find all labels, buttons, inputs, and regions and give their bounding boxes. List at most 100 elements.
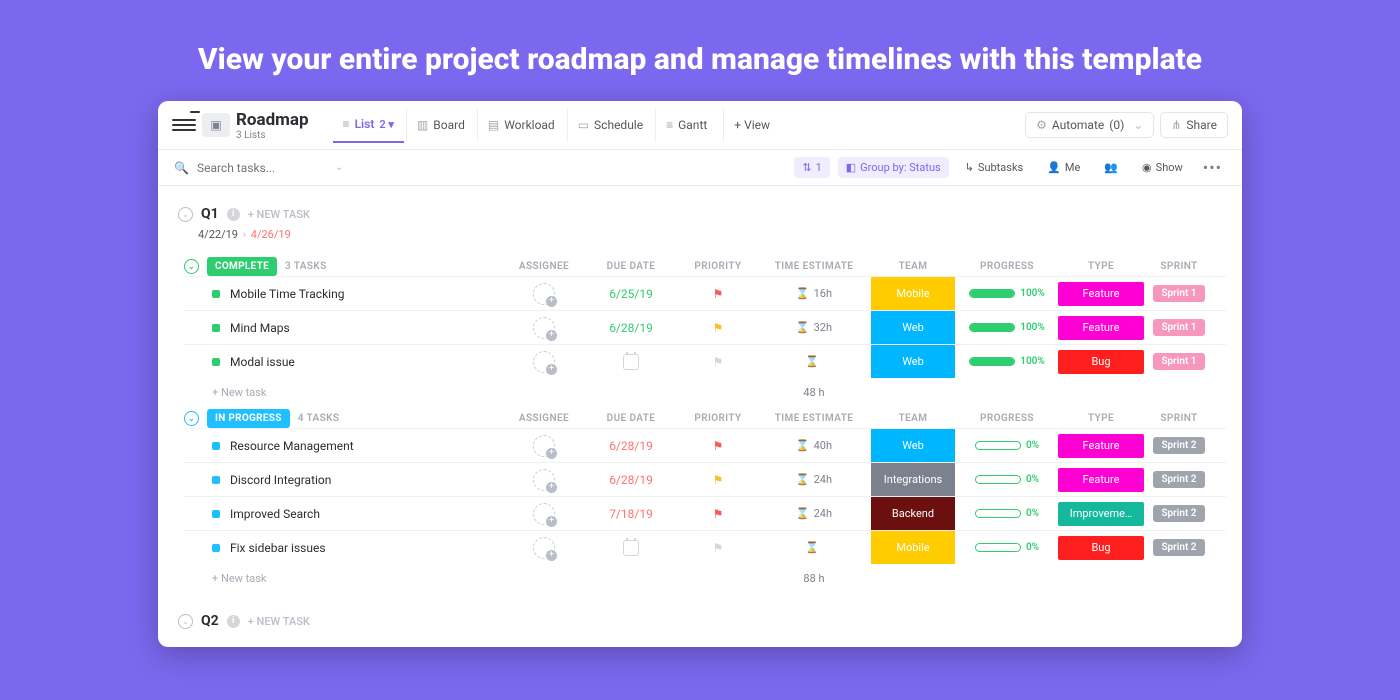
assignee-filter[interactable]: 👥: [1096, 157, 1126, 178]
filter-count-pill[interactable]: ⇅ 1: [794, 157, 829, 178]
status-chip[interactable]: IN PROGRESS: [207, 409, 290, 428]
team-tag[interactable]: Web: [871, 345, 955, 378]
due-date[interactable]: 6/28/19: [609, 439, 653, 453]
quarter-q1-header[interactable]: ⌄ Q1 i + NEW TASK: [174, 196, 1226, 226]
calendar-icon[interactable]: [623, 354, 639, 370]
progress-cell[interactable]: 0%: [975, 542, 1039, 553]
search-input[interactable]: [197, 161, 327, 175]
column-header[interactable]: TEAM: [868, 261, 958, 272]
status-chip[interactable]: COMPLETE: [207, 257, 277, 276]
view-tab-gantt[interactable]: ≡Gantt: [655, 108, 717, 142]
sprint-tag[interactable]: Sprint 2: [1153, 437, 1204, 454]
priority-flag-icon[interactable]: ⚑: [713, 541, 724, 555]
hourglass-icon[interactable]: ⌛: [805, 541, 819, 554]
team-tag[interactable]: Web: [871, 429, 955, 462]
team-tag[interactable]: Web: [871, 311, 955, 344]
due-date[interactable]: 6/25/19: [609, 287, 653, 301]
quarter-q2-header[interactable]: ⌄ Q2 i + NEW TASK: [174, 603, 1226, 633]
task-row[interactable]: Fix sidebar issues⚑⌛Mobile0%BugSprint 2: [184, 530, 1226, 564]
task-row[interactable]: Discord Integration6/28/19⚑⌛24hIntegrati…: [184, 462, 1226, 496]
view-tab-board[interactable]: ▥Board: [406, 108, 475, 142]
priority-flag-icon[interactable]: ⚑: [713, 355, 724, 369]
assignee-add[interactable]: [533, 351, 555, 373]
sprint-tag[interactable]: Sprint 1: [1153, 353, 1204, 370]
type-tag[interactable]: Feature: [1058, 282, 1144, 306]
sprint-tag[interactable]: Sprint 2: [1153, 471, 1204, 488]
team-tag[interactable]: Mobile: [871, 531, 955, 564]
me-filter[interactable]: 👤 Me: [1039, 157, 1088, 178]
info-icon[interactable]: i: [227, 615, 240, 628]
column-header[interactable]: ASSIGNEE: [502, 413, 586, 424]
assignee-add[interactable]: [533, 503, 555, 525]
calendar-icon[interactable]: [623, 540, 639, 556]
column-header[interactable]: DUE DATE: [586, 413, 676, 424]
team-tag[interactable]: Backend: [871, 497, 955, 530]
assignee-add[interactable]: [533, 435, 555, 457]
priority-flag-icon[interactable]: ⚑: [713, 321, 724, 335]
collapse-group-icon[interactable]: ⌄: [184, 259, 199, 274]
info-icon[interactable]: i: [227, 208, 240, 221]
due-date[interactable]: 6/28/19: [609, 473, 653, 487]
view-tab-schedule[interactable]: ▭Schedule: [567, 108, 653, 142]
view-tab-list[interactable]: ≡List2 ▾: [333, 107, 404, 143]
type-tag[interactable]: Bug: [1058, 350, 1144, 374]
type-tag[interactable]: Bug: [1058, 536, 1144, 560]
column-header[interactable]: TYPE: [1056, 261, 1146, 272]
progress-cell[interactable]: 0%: [975, 474, 1039, 485]
collapse-q2-icon[interactable]: ⌄: [178, 614, 193, 629]
type-tag[interactable]: Improveme…: [1058, 502, 1144, 526]
new-task-q2[interactable]: + NEW TASK: [248, 615, 310, 628]
add-view-button[interactable]: + View: [723, 108, 780, 142]
column-header[interactable]: SPRINT: [1146, 413, 1212, 424]
column-header[interactable]: ASSIGNEE: [502, 261, 586, 272]
assignee-add[interactable]: [533, 317, 555, 339]
column-header[interactable]: TYPE: [1056, 413, 1146, 424]
column-header[interactable]: TIME ESTIMATE: [760, 413, 868, 424]
subtasks-toggle[interactable]: ↳ Subtasks: [957, 157, 1032, 178]
share-button[interactable]: ⋔ Share: [1160, 112, 1228, 138]
team-tag[interactable]: Integrations: [871, 463, 955, 496]
view-tab-workload[interactable]: ▤Workload: [477, 108, 565, 142]
task-row[interactable]: Resource Management6/28/19⚑⌛40hWeb0%Feat…: [184, 428, 1226, 462]
column-header[interactable]: PRIORITY: [676, 413, 760, 424]
group-by-pill[interactable]: ◧ Group by: Status: [838, 157, 949, 178]
sprint-tag[interactable]: Sprint 1: [1153, 285, 1204, 302]
column-header[interactable]: TEAM: [868, 413, 958, 424]
automate-button[interactable]: ⚙ Automate (0) ⌄: [1025, 112, 1154, 138]
column-header[interactable]: SPRINT: [1146, 261, 1212, 272]
task-row[interactable]: Improved Search7/18/19⚑⌛24hBackend0%Impr…: [184, 496, 1226, 530]
type-tag[interactable]: Feature: [1058, 434, 1144, 458]
column-header[interactable]: DUE DATE: [586, 261, 676, 272]
due-date[interactable]: 6/28/19: [609, 321, 653, 335]
progress-cell[interactable]: 0%: [975, 440, 1039, 451]
due-date[interactable]: 7/18/19: [609, 507, 653, 521]
progress-cell[interactable]: 0%: [975, 508, 1039, 519]
progress-cell[interactable]: 100%: [969, 322, 1045, 333]
task-row[interactable]: Mobile Time Tracking6/25/19⚑⌛16hMobile10…: [184, 276, 1226, 310]
progress-cell[interactable]: 100%: [969, 288, 1045, 299]
priority-flag-icon[interactable]: ⚑: [713, 439, 724, 453]
priority-flag-icon[interactable]: ⚑: [713, 287, 724, 301]
column-header[interactable]: TIME ESTIMATE: [760, 261, 868, 272]
type-tag[interactable]: Feature: [1058, 316, 1144, 340]
new-task-inline[interactable]: + New task: [184, 386, 502, 399]
sprint-tag[interactable]: Sprint 2: [1153, 539, 1204, 556]
progress-cell[interactable]: 100%: [969, 356, 1045, 367]
priority-flag-icon[interactable]: ⚑: [713, 473, 724, 487]
new-task-q1[interactable]: + NEW TASK: [248, 208, 310, 221]
column-header[interactable]: PRIORITY: [676, 261, 760, 272]
search-expand-icon[interactable]: ⌄: [335, 162, 343, 173]
assignee-add[interactable]: [533, 469, 555, 491]
column-header[interactable]: PROGRESS: [958, 261, 1056, 272]
hourglass-icon[interactable]: ⌛: [805, 355, 819, 368]
task-row[interactable]: Mind Maps6/28/19⚑⌛32hWeb100%FeatureSprin…: [184, 310, 1226, 344]
new-task-inline[interactable]: + New task: [184, 572, 502, 585]
assignee-add[interactable]: [533, 537, 555, 559]
collapse-q1-icon[interactable]: ⌄: [178, 207, 193, 222]
show-menu[interactable]: ◉ Show: [1134, 157, 1191, 178]
assignee-add[interactable]: [533, 283, 555, 305]
column-header[interactable]: PROGRESS: [958, 413, 1056, 424]
priority-flag-icon[interactable]: ⚑: [713, 507, 724, 521]
team-tag[interactable]: Mobile: [871, 277, 955, 310]
sprint-tag[interactable]: Sprint 2: [1153, 505, 1204, 522]
